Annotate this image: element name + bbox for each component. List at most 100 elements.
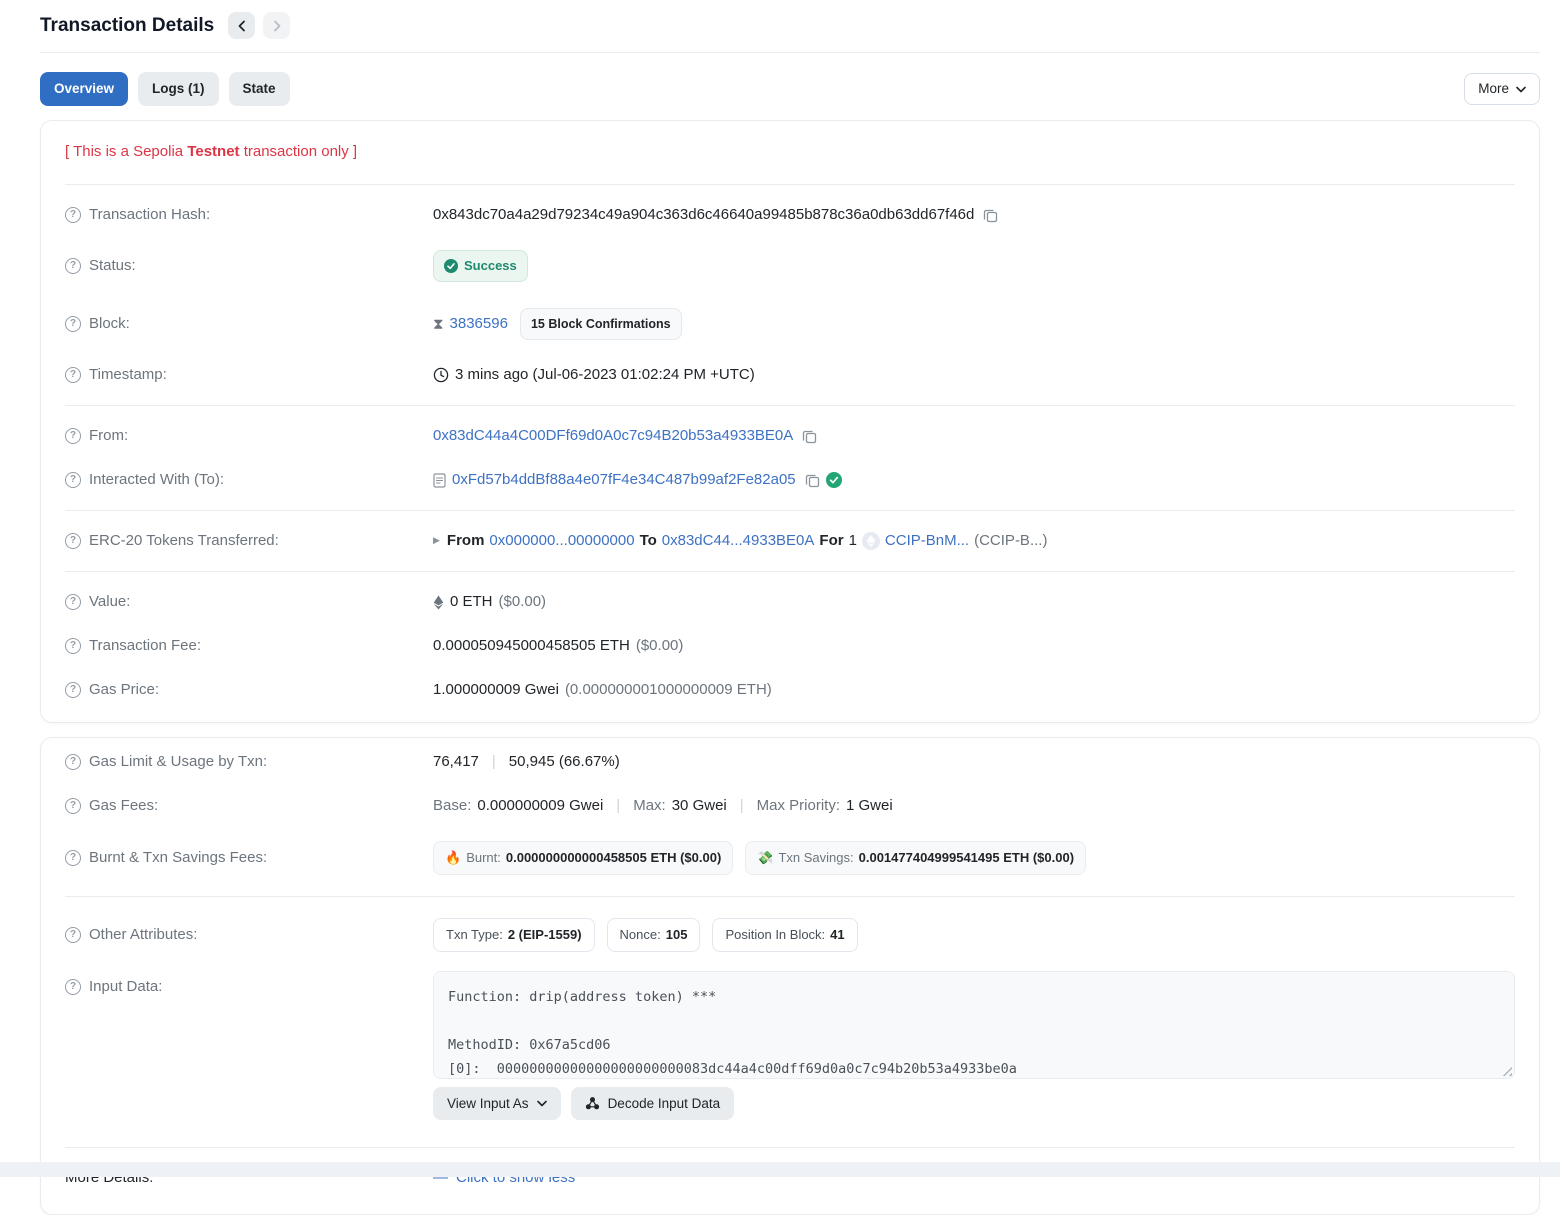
value-amount: 0 ETH <box>450 593 493 611</box>
max-fee-label: Max: <box>633 797 666 815</box>
row-label: ? Gas Limit & Usage by Txn: <box>65 753 433 771</box>
row-value: Success <box>433 250 1515 282</box>
copy-from-address-button[interactable] <box>802 429 817 444</box>
timestamp-row: ? Timestamp: 3 mins ago (Jul-06-2023 01:… <box>65 353 1515 397</box>
status-label: Status: <box>89 257 136 275</box>
transaction-details-page: Transaction Details Overview Logs (1) St… <box>0 0 1560 1215</box>
separator: | <box>733 797 751 815</box>
position-in-block-label: Position In Block: <box>725 926 825 944</box>
prev-transaction-button[interactable] <box>228 12 255 39</box>
block-row: ? Block: ⧗ 3836596 15 Block Confirmation… <box>65 295 1515 353</box>
eth-icon <box>433 595 444 610</box>
to-address-link[interactable]: 0xFd57b4ddBf88a4e07fF4e34C487b99af2Fe82a… <box>452 471 796 489</box>
tab-logs[interactable]: Logs (1) <box>138 72 219 106</box>
txn-savings-value: 0.001477404999541495 ETH ($0.00) <box>859 849 1074 867</box>
help-icon: ? <box>65 682 81 698</box>
chevron-down-icon <box>1516 86 1526 93</box>
decode-input-data-label: Decode Input Data <box>608 1096 721 1111</box>
chevron-down-icon <box>537 1100 547 1107</box>
help-icon: ? <box>65 533 81 549</box>
page-background-strip <box>0 1162 1560 1177</box>
tab-state[interactable]: State <box>229 72 290 106</box>
clock-icon <box>433 367 449 383</box>
timestamp-label: Timestamp: <box>89 366 167 384</box>
divider <box>65 510 1515 511</box>
block-number-link[interactable]: 3836596 <box>450 315 508 333</box>
contract-icon <box>433 473 446 488</box>
help-icon: ? <box>65 258 81 274</box>
txn-type-label: Txn Type: <box>446 926 503 944</box>
status-row: ? Status: Success <box>65 237 1515 295</box>
erc20-to-address-link[interactable]: 0x83dC44...4933BE0A <box>662 532 815 550</box>
token-name-link[interactable]: CCIP-BnM... <box>885 532 969 550</box>
fire-icon: 🔥 <box>445 849 461 867</box>
input-data-container: Function: drip(address token) *** Method… <box>433 971 1515 1120</box>
gas-price-row: ? Gas Price: 1.000000009 Gwei (0.0000000… <box>65 668 1515 712</box>
decode-input-data-button[interactable]: Decode Input Data <box>571 1087 735 1120</box>
row-label: ? Transaction Hash: <box>65 206 433 224</box>
hourglass-icon: ⧗ <box>433 315 444 333</box>
gas-fees-row: ? Gas Fees: Base: 0.000000009 Gwei | Max… <box>65 784 1515 828</box>
erc20-to-label: To <box>640 532 657 550</box>
nonce-label: Nonce: <box>620 926 661 944</box>
gas-price-label: Gas Price: <box>89 681 159 699</box>
max-priority-fee-value: 1 Gwei <box>846 797 893 815</box>
gas-limit-row: ? Gas Limit & Usage by Txn: 76,417 | 50,… <box>65 740 1515 784</box>
max-fee-value: 30 Gwei <box>672 797 727 815</box>
row-value: 1.000000009 Gwei (0.000000001000000009 E… <box>433 681 1515 699</box>
from-row: ? From: 0x83dC44a4C00DFf69d0A0c7c94B20b5… <box>65 414 1515 458</box>
erc20-from-label: From <box>447 532 485 550</box>
row-value: 3 mins ago (Jul-06-2023 01:02:24 PM +UTC… <box>433 366 1515 384</box>
tabs-row: Overview Logs (1) State More <box>40 72 1540 106</box>
tab-overview[interactable]: Overview <box>40 72 128 106</box>
max-priority-fee-label: Max Priority: <box>757 797 840 815</box>
row-label: ? Timestamp: <box>65 366 433 384</box>
position-in-block-value: 41 <box>830 926 844 944</box>
testnet-notice-bold: Testnet <box>187 143 239 160</box>
more-button[interactable]: More <box>1464 73 1540 105</box>
erc20-from-address-link[interactable]: 0x000000...00000000 <box>489 532 634 550</box>
transaction-fee-usd: ($0.00) <box>636 637 684 655</box>
check-circle-icon <box>444 259 458 273</box>
erc20-transfers-row: ? ERC-20 Tokens Transferred: ▶ From 0x00… <box>65 519 1515 563</box>
transaction-hash-row: ? Transaction Hash: 0x843dc70a4a29d79234… <box>65 193 1515 237</box>
transaction-hash-label: Transaction Hash: <box>89 206 210 224</box>
help-icon: ? <box>65 367 81 383</box>
other-attributes-row: ? Other Attributes: Txn Type: 2 (EIP-155… <box>65 905 1515 965</box>
row-value: 76,417 | 50,945 (66.67%) <box>433 753 1515 771</box>
copy-to-address-button[interactable] <box>805 473 820 488</box>
row-value: Base: 0.000000009 Gwei | Max: 30 Gwei | … <box>433 797 1515 815</box>
burnt-badge: 🔥 Burnt: 0.000000000000458505 ETH ($0.00… <box>433 841 733 875</box>
gas-fees-label: Gas Fees: <box>89 797 158 815</box>
divider <box>65 571 1515 572</box>
input-data-row: ? Input Data: Function: drip(address tok… <box>65 965 1515 1133</box>
base-fee-value: 0.000000009 Gwei <box>477 797 603 815</box>
transaction-fee-label: Transaction Fee: <box>89 637 201 655</box>
row-label: ? Burnt & Txn Savings Fees: <box>65 849 433 867</box>
help-icon: ? <box>65 472 81 488</box>
timestamp-value: 3 mins ago (Jul-06-2023 01:02:24 PM +UTC… <box>455 366 755 384</box>
testnet-notice: [ This is a Sepolia Testnet transaction … <box>65 129 1515 176</box>
help-icon: ? <box>65 754 81 770</box>
interacted-with-row: ? Interacted With (To): 0xFd57b4ddBf88a4… <box>65 458 1515 502</box>
help-icon: ? <box>65 428 81 444</box>
row-label: ? From: <box>65 427 433 445</box>
input-data-textarea[interactable]: Function: drip(address token) *** Method… <box>433 971 1515 1079</box>
separator: | <box>609 797 627 815</box>
tabs: Overview Logs (1) State <box>40 72 290 106</box>
next-transaction-button[interactable] <box>263 12 290 39</box>
from-label: From: <box>89 427 128 445</box>
more-button-label: More <box>1478 80 1509 98</box>
help-icon: ? <box>65 638 81 654</box>
copy-hash-button[interactable] <box>983 208 998 223</box>
triangle-right-icon: ▶ <box>433 532 440 550</box>
view-input-as-button[interactable]: View Input As <box>433 1087 561 1120</box>
help-icon: ? <box>65 798 81 814</box>
from-address-link[interactable]: 0x83dC44a4C00DFf69d0A0c7c94B20b53a4933BE… <box>433 427 793 445</box>
burnt-fees-label: Burnt & Txn Savings Fees: <box>89 849 267 867</box>
overview-card: [ This is a Sepolia Testnet transaction … <box>40 120 1540 723</box>
page-title: Transaction Details <box>40 17 214 35</box>
row-value: Txn Type: 2 (EIP-1559) Nonce: 105 Positi… <box>433 918 1515 952</box>
help-icon: ? <box>65 207 81 223</box>
copy-icon <box>805 473 820 488</box>
